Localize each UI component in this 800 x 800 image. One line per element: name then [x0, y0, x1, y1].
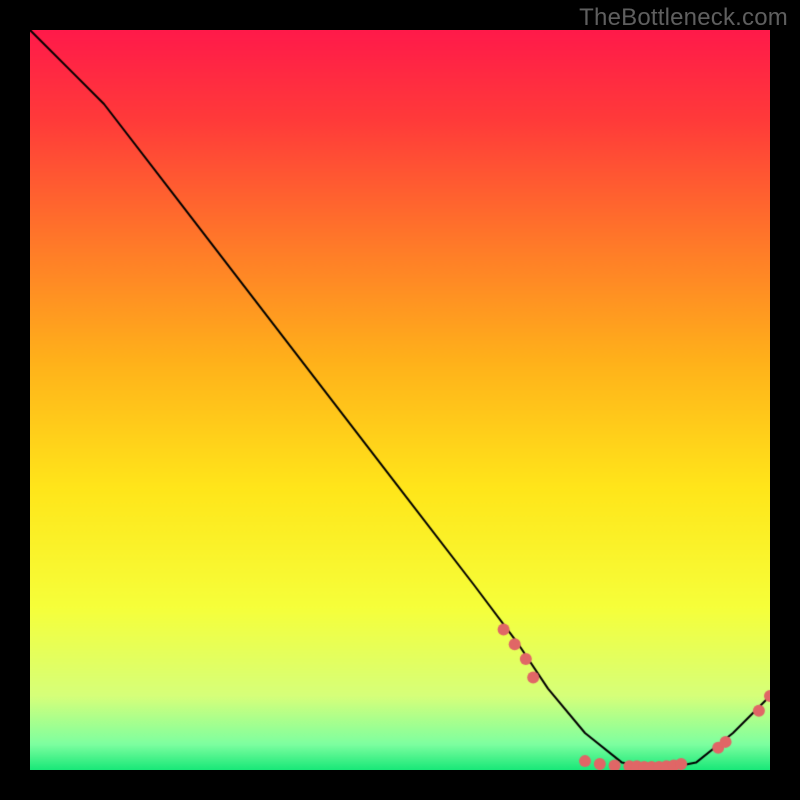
chart-frame: TheBottleneck.com — [0, 0, 800, 800]
watermark-text: TheBottleneck.com — [579, 4, 788, 32]
chart-canvas — [30, 30, 770, 770]
plot-area — [30, 30, 770, 770]
